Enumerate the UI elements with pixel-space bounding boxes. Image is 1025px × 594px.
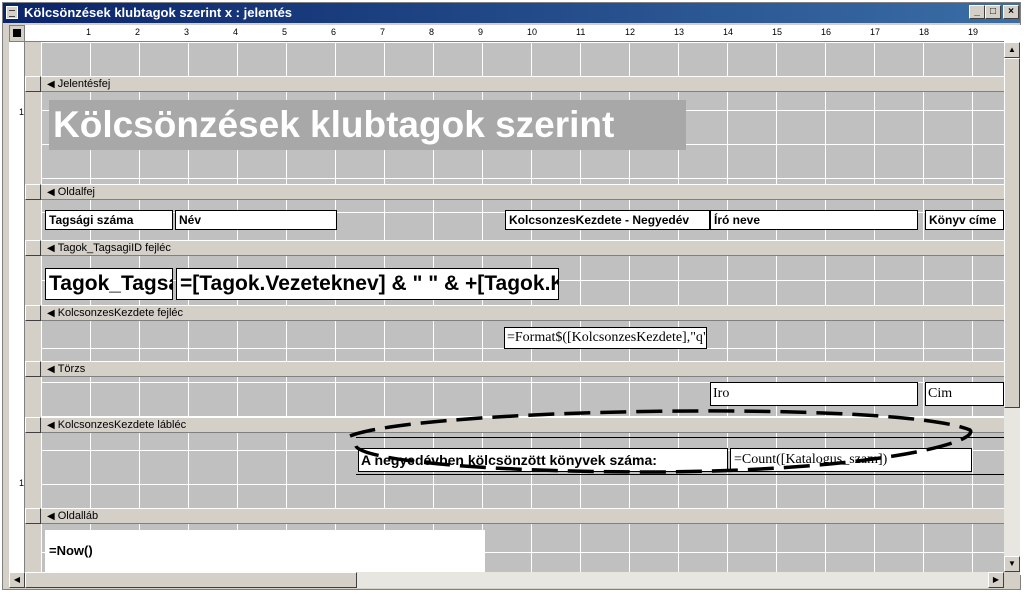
member-id-header-label[interactable]: Tagsági száma xyxy=(45,210,173,230)
title-bar[interactable]: Kölcsönzések klubtagok szerint x : jelen… xyxy=(3,3,1020,23)
group-header-tag-selector[interactable] xyxy=(25,240,41,256)
highlight-ellipse xyxy=(349,409,973,474)
minimize-button[interactable]: _ xyxy=(969,5,985,19)
section-arrow-icon: ◀ xyxy=(47,511,55,522)
ruler-label: 13 xyxy=(674,27,685,37)
ruler-label: 5 xyxy=(282,27,288,37)
ruler-label: 6 xyxy=(331,27,337,37)
section-report-header[interactable]: ◀ Jelentésfej xyxy=(41,76,1004,92)
section-arrow-icon: ◀ xyxy=(47,79,55,90)
ruler-label: 8 xyxy=(429,27,435,37)
vertical-scroll-thumb[interactable] xyxy=(1004,58,1020,408)
ruler-label: 2 xyxy=(135,27,141,37)
scroll-left-icon[interactable]: ◀ xyxy=(9,572,25,588)
member-id-field[interactable]: Tagok_TagsagiID xyxy=(45,268,173,300)
scroll-down-icon[interactable]: ▼ xyxy=(1004,556,1020,572)
section-group-header-tag[interactable]: ◀ Tagok_TagsagiID fejléc xyxy=(41,240,1004,256)
size-grip xyxy=(1004,572,1020,588)
scroll-up-icon[interactable]: ▲ xyxy=(1004,42,1020,58)
section-detail[interactable]: ◀ Törzs xyxy=(41,361,1004,377)
vertical-ruler[interactable]: 1 1 xyxy=(9,42,25,572)
vertical-scrollbar[interactable]: ▲ ▼ xyxy=(1004,42,1020,572)
section-arrow-icon: ◀ xyxy=(47,243,55,254)
name-header-label[interactable]: Név xyxy=(175,210,337,230)
ruler-label: 17 xyxy=(870,27,881,37)
section-arrow-icon: ◀ xyxy=(47,308,55,319)
window-title: Kölcsönzések klubtagok szerint x : jelen… xyxy=(24,5,293,20)
ruler-label: 19 xyxy=(968,27,979,37)
report-header-selector[interactable] xyxy=(25,76,41,92)
section-page-header[interactable]: ◀ Oldalfej xyxy=(41,184,1004,200)
ruler-label: 15 xyxy=(772,27,783,37)
loan-quarter-field[interactable]: =Format$([KolcsonzesKezdete],"q") xyxy=(504,327,707,349)
horizontal-scroll-thumb[interactable] xyxy=(25,572,357,588)
now-field[interactable]: =Now() xyxy=(45,530,485,572)
ruler-label: 12 xyxy=(625,27,636,37)
select-report-button[interactable] xyxy=(9,25,25,42)
book-title-header-label[interactable]: Könyv címe xyxy=(925,210,1004,230)
maximize-button[interactable]: □ xyxy=(985,5,1001,19)
ruler-label: 4 xyxy=(233,27,239,37)
scroll-right-icon[interactable]: ▶ xyxy=(988,572,1004,588)
section-group-header-date[interactable]: ◀ KolcsonzesKezdete fejléc xyxy=(41,305,1004,321)
ruler-label: 11 xyxy=(576,27,586,37)
report-icon xyxy=(6,6,18,19)
page-footer-selector[interactable] xyxy=(25,508,41,524)
section-arrow-icon: ◀ xyxy=(47,364,55,375)
ruler-label: 14 xyxy=(723,27,734,37)
horizontal-ruler[interactable]: 1 2 3 4 5 6 7 8 9 10 11 12 13 14 15 16 17 18 19 xyxy=(25,25,1004,42)
author-header-label[interactable]: Író neve xyxy=(710,210,918,230)
loan-start-header-label[interactable]: KolcsonzesKezdete - Negyedév xyxy=(505,210,710,230)
page-header-selector[interactable] xyxy=(25,184,41,200)
fullname-field[interactable]: =[Tagok.Vezeteknev] & " " & +[Tagok.Kere… xyxy=(176,268,559,300)
ruler-label: 3 xyxy=(184,27,190,37)
group-header-date-selector[interactable] xyxy=(25,305,41,321)
section-arrow-icon: ◀ xyxy=(47,187,55,198)
section-page-footer[interactable]: ◀ Oldalláb xyxy=(41,508,1004,524)
ruler-label: 10 xyxy=(527,27,538,37)
horizontal-scrollbar[interactable]: ◀ ▶ xyxy=(9,572,1004,588)
vruler-mark-1b: 1 xyxy=(19,478,25,488)
vruler-mark-1: 1 xyxy=(19,107,25,117)
ruler-label: 18 xyxy=(919,27,930,37)
detail-selector[interactable] xyxy=(25,361,41,377)
ruler-label: 9 xyxy=(478,27,484,37)
ruler-label: 16 xyxy=(821,27,832,37)
section-arrow-icon: ◀ xyxy=(47,420,55,431)
report-title-label[interactable]: Kölcsönzések klubtagok szerint xyxy=(49,100,686,150)
close-button[interactable]: × xyxy=(1003,5,1019,19)
ruler-label: 7 xyxy=(380,27,386,37)
group-footer-date-selector[interactable] xyxy=(25,417,41,433)
ruler-label: 1 xyxy=(86,27,92,37)
